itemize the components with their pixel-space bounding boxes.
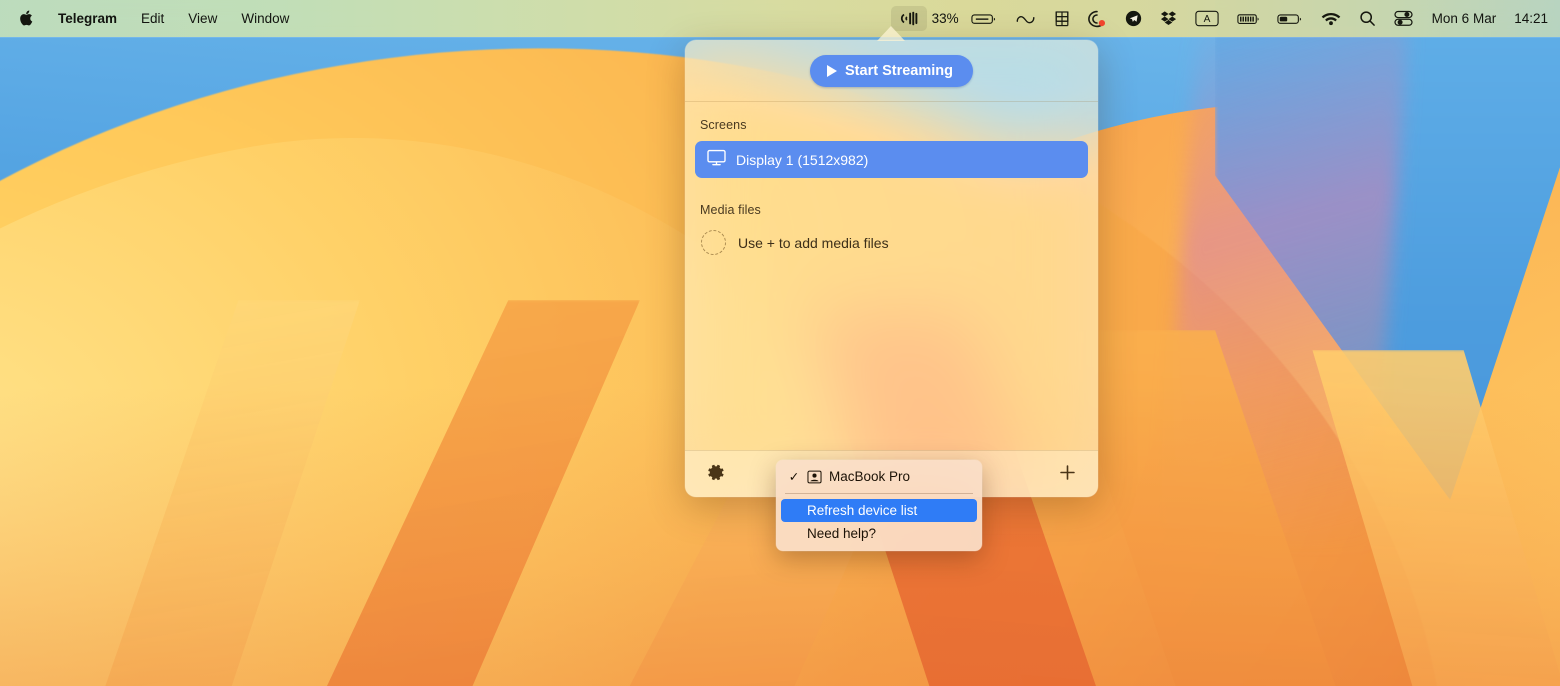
device-battery-icon[interactable] bbox=[1268, 7, 1312, 31]
menu-edit[interactable]: Edit bbox=[129, 8, 176, 29]
control-center-icon[interactable] bbox=[1385, 7, 1422, 31]
popover-body: Screens Display 1 (1512x982) Media files… bbox=[685, 102, 1098, 255]
menu-bar-status-area: 33% A Mon 6 Mar 14:21 bbox=[889, 6, 1560, 31]
figma-icon[interactable] bbox=[1046, 7, 1078, 31]
settings-button[interactable] bbox=[703, 461, 729, 487]
battery-icon[interactable] bbox=[962, 7, 1006, 31]
telegram-icon[interactable] bbox=[1116, 7, 1151, 31]
device-dropdown-menu: ✓ MacBook Pro Refresh device list Need h… bbox=[776, 460, 982, 551]
menu-bar-time[interactable]: 14:21 bbox=[1504, 11, 1548, 26]
plus-icon bbox=[1058, 463, 1077, 485]
play-icon bbox=[827, 64, 837, 77]
start-streaming-label: Start Streaming bbox=[845, 62, 953, 79]
menu-app-name[interactable]: Telegram bbox=[46, 8, 129, 29]
screen-item-label: Display 1 (1512x982) bbox=[736, 151, 869, 168]
screens-section-label: Screens bbox=[700, 118, 747, 132]
keyboard-battery-icon[interactable] bbox=[1228, 7, 1268, 31]
input-source-icon[interactable]: A bbox=[1186, 7, 1228, 31]
start-streaming-button[interactable]: Start Streaming bbox=[810, 54, 973, 87]
dropdown-item-label: MacBook Pro bbox=[829, 469, 911, 484]
broadcast-icon[interactable] bbox=[890, 6, 927, 31]
menu-bar-date[interactable]: Mon 6 Mar bbox=[1422, 11, 1505, 26]
dropbox-icon[interactable] bbox=[1151, 7, 1186, 31]
menu-view[interactable]: View bbox=[176, 8, 229, 29]
dropdown-item-label: Refresh device list bbox=[807, 502, 918, 518]
screen-list-item-display-1[interactable]: Display 1 (1512x982) bbox=[695, 141, 1088, 178]
add-media-button[interactable] bbox=[1054, 461, 1080, 487]
media-empty-state: Use + to add media files bbox=[695, 226, 1088, 255]
screen-recorder-icon[interactable] bbox=[1078, 7, 1116, 31]
menu-window[interactable]: Window bbox=[229, 8, 301, 29]
dropdown-separator bbox=[785, 493, 973, 494]
dropdown-item-macbook-pro[interactable]: ✓ MacBook Pro bbox=[781, 465, 977, 488]
dashed-circle-icon bbox=[701, 230, 726, 255]
apple-logo-icon[interactable] bbox=[14, 9, 46, 29]
streaming-popover: Start Streaming Screens Display 1 (1512x… bbox=[685, 40, 1098, 497]
menu-bar-left: Telegram Edit View Window bbox=[0, 8, 301, 29]
wifi-icon[interactable] bbox=[1312, 7, 1350, 31]
media-section-label: Media files bbox=[700, 203, 761, 217]
dropdown-item-label: Need help? bbox=[807, 525, 877, 541]
spotlight-search-icon[interactable] bbox=[1350, 7, 1385, 31]
shortcuts-icon[interactable] bbox=[1006, 7, 1046, 31]
battery-percent-label: 33% bbox=[931, 11, 959, 26]
menu-bar: Telegram Edit View Window 33% A Mon 6 Ma… bbox=[0, 0, 1560, 37]
dropdown-item-need-help[interactable]: Need help? bbox=[781, 522, 977, 545]
desktop-screen: Telegram Edit View Window 33% A Mon 6 Ma… bbox=[0, 0, 1560, 686]
checkmark-icon: ✓ bbox=[788, 470, 800, 484]
dropdown-item-refresh-device-list[interactable]: Refresh device list bbox=[781, 498, 977, 522]
gear-icon bbox=[707, 464, 725, 484]
display-icon bbox=[707, 149, 726, 171]
media-empty-label: Use + to add media files bbox=[738, 234, 889, 251]
webcam-icon bbox=[807, 470, 822, 484]
svg-text:A: A bbox=[1203, 14, 1210, 25]
popover-header: Start Streaming bbox=[685, 40, 1098, 102]
